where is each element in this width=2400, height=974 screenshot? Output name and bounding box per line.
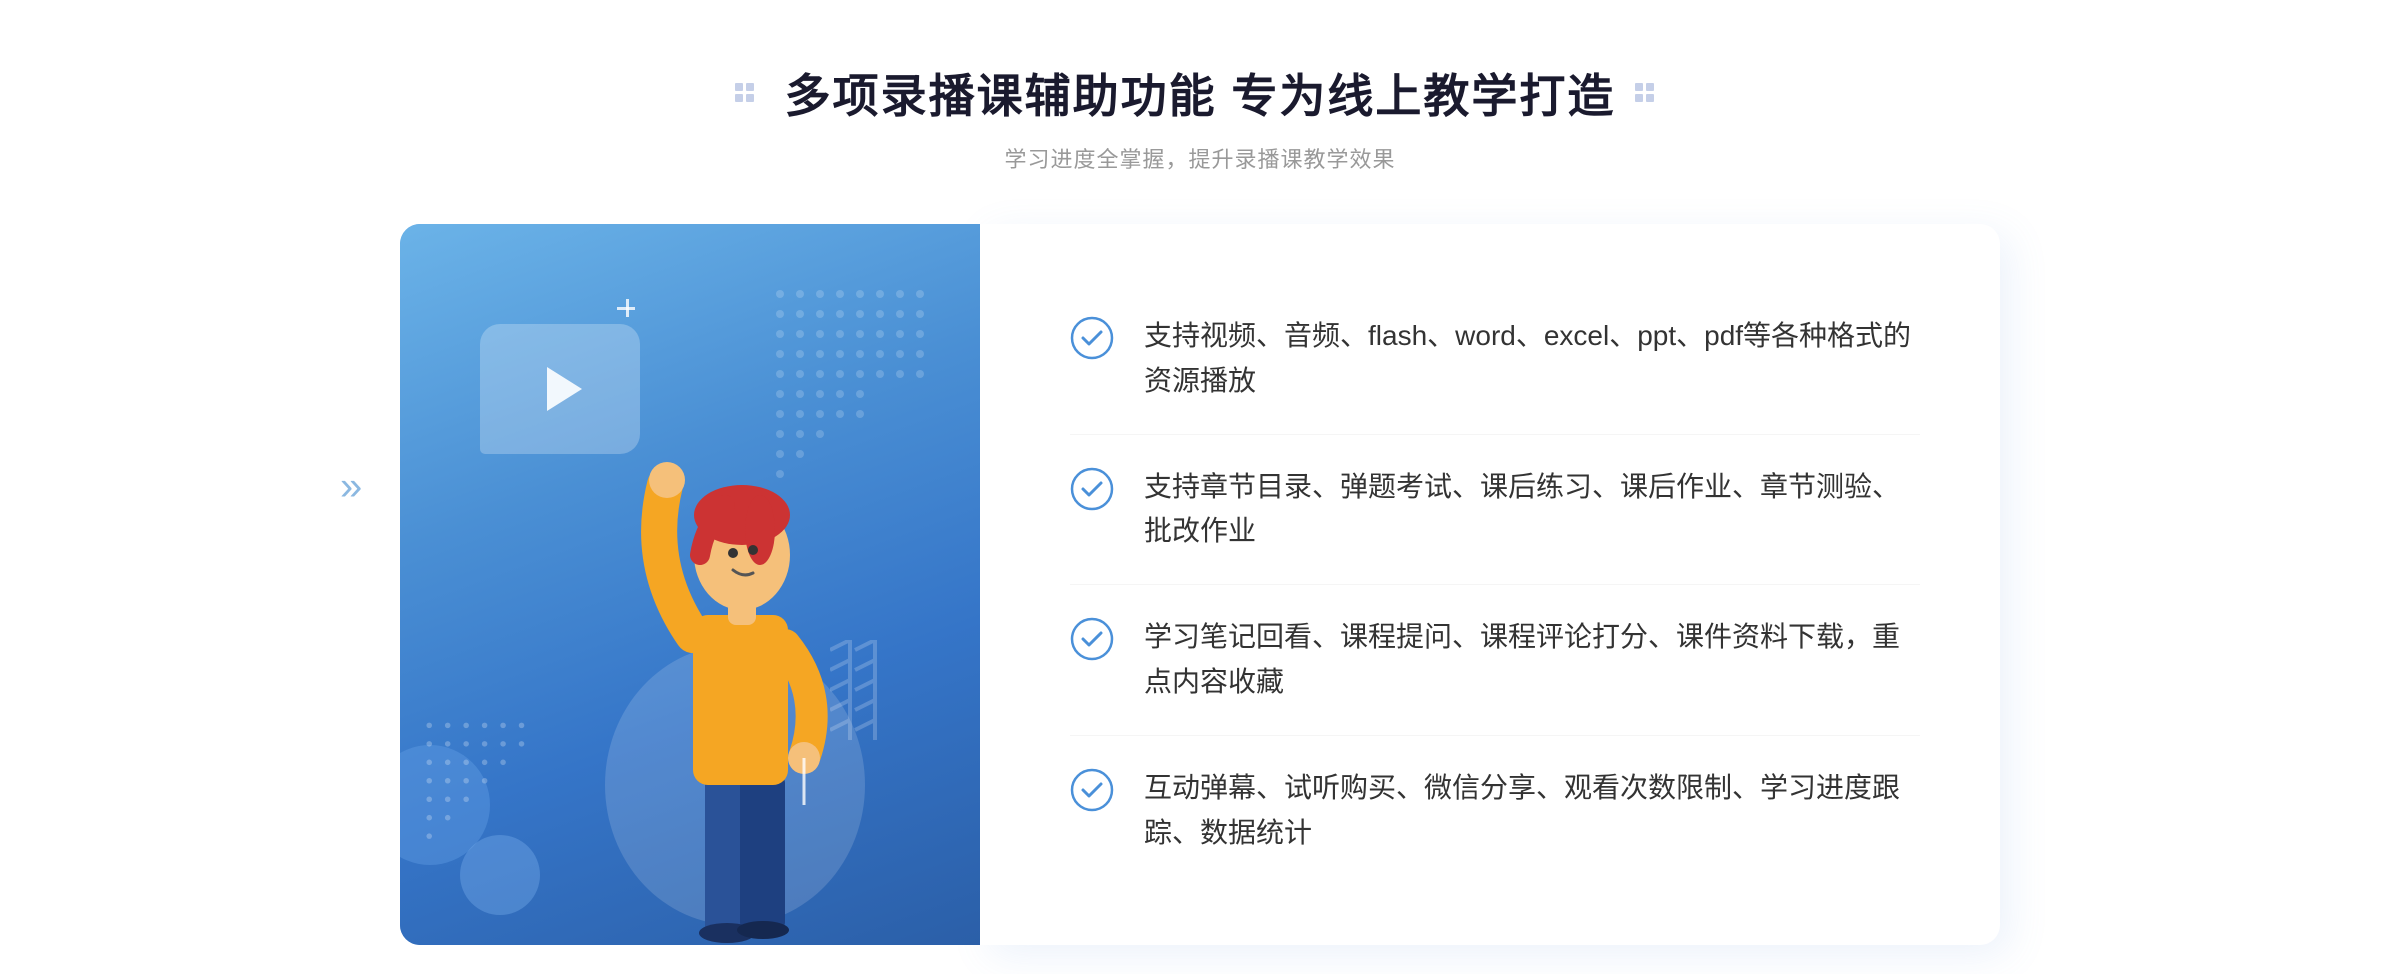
- header-section: 多项录播课辅助功能 专为线上教学打造 学习进度全掌握，提升录播课教学效果: [0, 60, 2400, 174]
- feature-text-1: 支持视频、音频、flash、word、excel、ppt、pdf等各种格式的资源…: [1144, 314, 1920, 404]
- person-illustration: [585, 385, 885, 945]
- left-title-decorator: [735, 83, 765, 103]
- feature-text-3: 学习笔记回看、课程提问、课程评论打分、课件资料下载，重点内容收藏: [1144, 615, 1920, 705]
- features-panel: 支持视频、音频、flash、word、excel、ppt、pdf等各种格式的资源…: [980, 224, 2000, 945]
- right-title-decorator: [1635, 83, 1665, 103]
- feature-text-4: 互动弹幕、试听购买、微信分享、观看次数限制、学习进度跟踪、数据统计: [1144, 766, 1920, 856]
- play-triangle-icon: [547, 367, 582, 411]
- illustration-panel: [400, 224, 980, 945]
- title-row: 多项录播课辅助功能 专为线上教学打造: [735, 60, 1666, 126]
- feature-item-3: 学习笔记回看、课程提问、课程评论打分、课件资料下载，重点内容收藏: [1070, 585, 1920, 736]
- main-title: 多项录播课辅助功能 专为线上教学打造: [785, 60, 1616, 126]
- check-icon-2: [1070, 467, 1114, 511]
- check-icon-3: [1070, 617, 1114, 661]
- check-icon-4: [1070, 768, 1114, 812]
- feature-item-4: 互动弹幕、试听购买、微信分享、观看次数限制、学习进度跟踪、数据统计: [1070, 736, 1920, 886]
- content-area: 支持视频、音频、flash、word、excel、ppt、pdf等各种格式的资源…: [400, 224, 2000, 945]
- check-icon-1: [1070, 316, 1114, 360]
- dot-grid-bottom: [420, 715, 540, 865]
- left-arrows-decoration: »: [340, 465, 362, 510]
- feature-item-2: 支持章节目录、弹题考试、课后练习、课后作业、章节测验、批改作业: [1070, 435, 1920, 586]
- feature-item-1: 支持视频、音频、flash、word、excel、ppt、pdf等各种格式的资源…: [1070, 284, 1920, 435]
- feature-text-2: 支持章节目录、弹题考试、课后练习、课后作业、章节测验、批改作业: [1144, 465, 1920, 555]
- double-arrow-icon: »: [340, 465, 362, 509]
- page-container: 多项录播课辅助功能 专为线上教学打造 学习进度全掌握，提升录播课教学效果 »: [0, 0, 2400, 974]
- page-subtitle: 学习进度全掌握，提升录播课教学效果: [1004, 142, 1395, 174]
